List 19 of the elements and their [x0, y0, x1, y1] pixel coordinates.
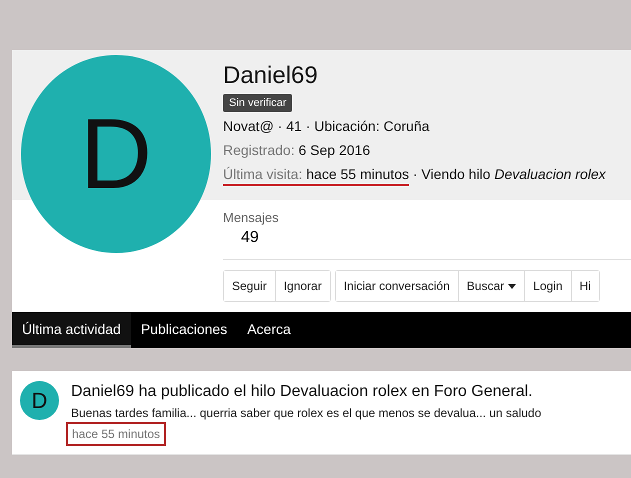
caret-icon: [508, 284, 516, 288]
viewing-thread: · Viendo hilo Devaluacion rolex: [412, 166, 606, 182]
last-visit-time: hace 55 minutos: [306, 166, 409, 182]
activity-time: hace 55 minutos: [66, 422, 166, 446]
registered-date: 6 Sep 2016: [298, 142, 370, 158]
activity-snippet: Buenas tardes familia... querria saber que rolex es el que menos se devalua... un saludo: [71, 406, 542, 420]
user-badge: Sin verificar: [223, 94, 292, 112]
last-visit-label: Última visita:: [223, 166, 302, 182]
registered-label: Registrado:: [223, 142, 295, 158]
profile-button[interactable]: Hi: [570, 271, 599, 301]
activity-title: Daniel69 ha publicado el hilo Devaluacion rolex en Foro General.: [71, 382, 534, 402]
avatar-letter: D: [80, 104, 152, 204]
tab[interactable]: Última actividad: [12, 312, 131, 348]
avatar-letter: D: [32, 388, 48, 414]
stat-label: Mensajes: [223, 210, 280, 225]
profile-button[interactable]: Ignorar: [274, 271, 330, 301]
username: Daniel69: [223, 61, 319, 91]
stat-value: 49: [240, 229, 260, 247]
user-info: Novat@ · 41 · Ubicación: Coruña: [223, 117, 430, 136]
